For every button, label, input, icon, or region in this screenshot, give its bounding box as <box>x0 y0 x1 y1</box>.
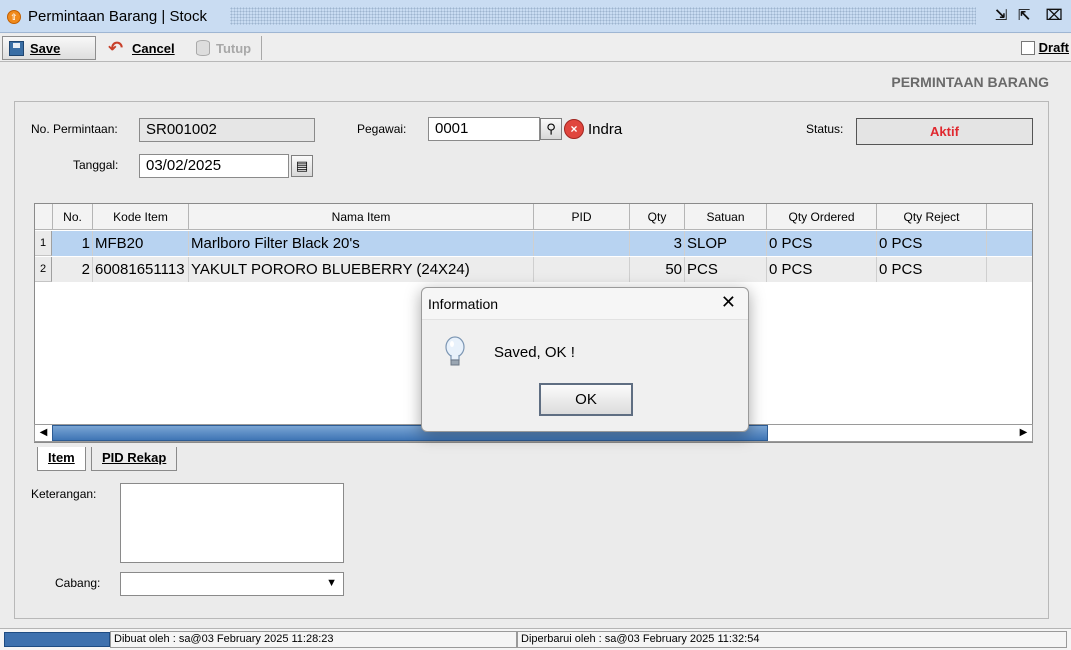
header-nama-item[interactable]: Nama Item <box>189 204 534 230</box>
save-button[interactable]: Save <box>2 36 96 60</box>
table-header: No. Kode Item Nama Item PID Qty Satuan Q… <box>35 204 1032 230</box>
undo-arrow-icon: ↶ <box>108 38 124 58</box>
draft-check-icon[interactable] <box>1020 40 1035 55</box>
dialog-message: Saved, OK ! <box>494 344 575 361</box>
header-no[interactable]: No. <box>53 204 93 230</box>
row-number: 2 <box>35 257 52 282</box>
window-title: Permintaan Barang | Stock <box>28 8 207 25</box>
cell-kode: MFB20 <box>93 231 189 256</box>
keterangan-textarea[interactable] <box>120 483 344 563</box>
dialog-title: Information <box>428 296 499 312</box>
status-badge: Aktif <box>856 118 1033 145</box>
cancel-label: Cancel <box>132 40 175 56</box>
pegawai-label: Pegawai: <box>357 122 407 136</box>
ok-button[interactable]: OK <box>539 383 633 416</box>
tanggal-label: Tanggal: <box>73 158 119 172</box>
page-heading: PERMINTAAN BARANG <box>891 74 1049 90</box>
database-icon <box>196 40 210 56</box>
save-label: Save <box>30 40 61 56</box>
progress-indicator <box>4 632 110 647</box>
cell-qty: 50 <box>630 257 685 282</box>
toolbar: Save ↶ Cancel Tutup Draft <box>0 34 1071 62</box>
scroll-left-icon[interactable]: ◀ <box>35 425 52 441</box>
pegawai-field[interactable]: 0001 <box>428 117 540 141</box>
table-row[interactable]: 2 2 60081651113 YAKULT PORORO BLUEBERRY … <box>35 257 1032 282</box>
cell-qty-ordered: 0 PCS <box>767 231 877 256</box>
draft-checkbox[interactable]: Draft <box>1020 40 1069 55</box>
cell-satuan: SLOP <box>685 231 767 256</box>
scroll-right-icon[interactable]: ▶ <box>1015 425 1032 441</box>
cell-satuan: PCS <box>685 257 767 282</box>
header-rownum <box>35 204 53 230</box>
title-bar-grip[interactable] <box>230 7 976 25</box>
header-k[interactable]: K <box>987 204 1033 230</box>
dialog-close-icon[interactable]: ✕ <box>721 292 736 312</box>
created-by-text: Dibuat oleh : sa@03 February 2025 11:28:… <box>110 631 517 648</box>
tutup-label: Tutup <box>216 40 252 56</box>
pegawai-name: Indra <box>588 121 623 138</box>
cabang-select[interactable]: ▼ <box>120 572 344 596</box>
tab-item-label: Item <box>48 450 75 465</box>
cell-qty-reject: 0 PCS <box>877 231 987 256</box>
no-permintaan-field[interactable]: SR001002 <box>139 118 315 142</box>
cell-qty: 3 <box>630 231 685 256</box>
maximize-icon[interactable]: ⇱ <box>1015 7 1033 25</box>
header-qty[interactable]: Qty <box>630 204 685 230</box>
restore-icon[interactable]: ⇲ <box>992 7 1010 25</box>
cell-qty-ordered: 0 PCS <box>767 257 877 282</box>
cell-qty-reject: 0 PCS <box>877 257 987 282</box>
cabang-label: Cabang: <box>55 576 101 590</box>
draft-label: Draft <box>1038 40 1069 55</box>
tab-pid-rekap[interactable]: PID Rekap <box>91 447 178 471</box>
cell-nama: YAKULT PORORO BLUEBERRY (24X24) <box>189 257 534 282</box>
updated-by-text: Diperbarui oleh : sa@03 February 2025 11… <box>517 631 1067 648</box>
tanggal-field[interactable]: 03/02/2025 <box>139 154 289 178</box>
cell-kode: 60081651113 <box>93 257 189 282</box>
header-pid[interactable]: PID <box>534 204 630 230</box>
calendar-icon[interactable]: ▤ <box>291 155 313 177</box>
cell-nama: Marlboro Filter Black 20's <box>189 231 534 256</box>
cell-no: 1 <box>53 231 93 256</box>
window-title-bar: ⇧ Permintaan Barang | Stock ⇲ ⇱ ⌧ <box>0 0 1071 33</box>
close-window-icon[interactable]: ⌧ <box>1045 7 1063 25</box>
cell-pid <box>534 231 630 256</box>
app-icon: ⇧ <box>7 10 21 24</box>
header-satuan[interactable]: Satuan <box>685 204 767 230</box>
search-icon[interactable]: ⚲ <box>540 118 562 140</box>
tutup-button[interactable]: Tutup <box>190 36 262 60</box>
header-kode-item[interactable]: Kode Item <box>93 204 189 230</box>
clear-icon[interactable]: × <box>564 119 584 139</box>
information-dialog: Information ✕ Saved, OK ! OK <box>421 287 749 432</box>
status-label: Status: <box>806 122 844 136</box>
header-qty-reject[interactable]: Qty Reject <box>877 204 987 230</box>
cancel-button[interactable]: ↶ Cancel <box>102 36 182 60</box>
tab-pid-rekap-label: PID Rekap <box>102 450 167 465</box>
cell-pid <box>534 257 630 282</box>
tab-item[interactable]: Item <box>37 447 86 471</box>
no-permintaan-label: No. Permintaan: <box>31 122 118 136</box>
keterangan-label: Keterangan: <box>31 487 97 501</box>
row-number: 1 <box>35 231 52 256</box>
status-bar: Dibuat oleh : sa@03 February 2025 11:28:… <box>0 628 1071 650</box>
cell-no: 2 <box>53 257 93 282</box>
header-qty-ordered[interactable]: Qty Ordered <box>767 204 877 230</box>
chevron-down-icon[interactable]: ▼ <box>326 577 337 589</box>
table-row[interactable]: 1 1 MFB20 Marlboro Filter Black 20's 3 S… <box>35 231 1032 256</box>
floppy-disk-icon <box>9 40 24 56</box>
lightbulb-icon <box>445 336 465 366</box>
